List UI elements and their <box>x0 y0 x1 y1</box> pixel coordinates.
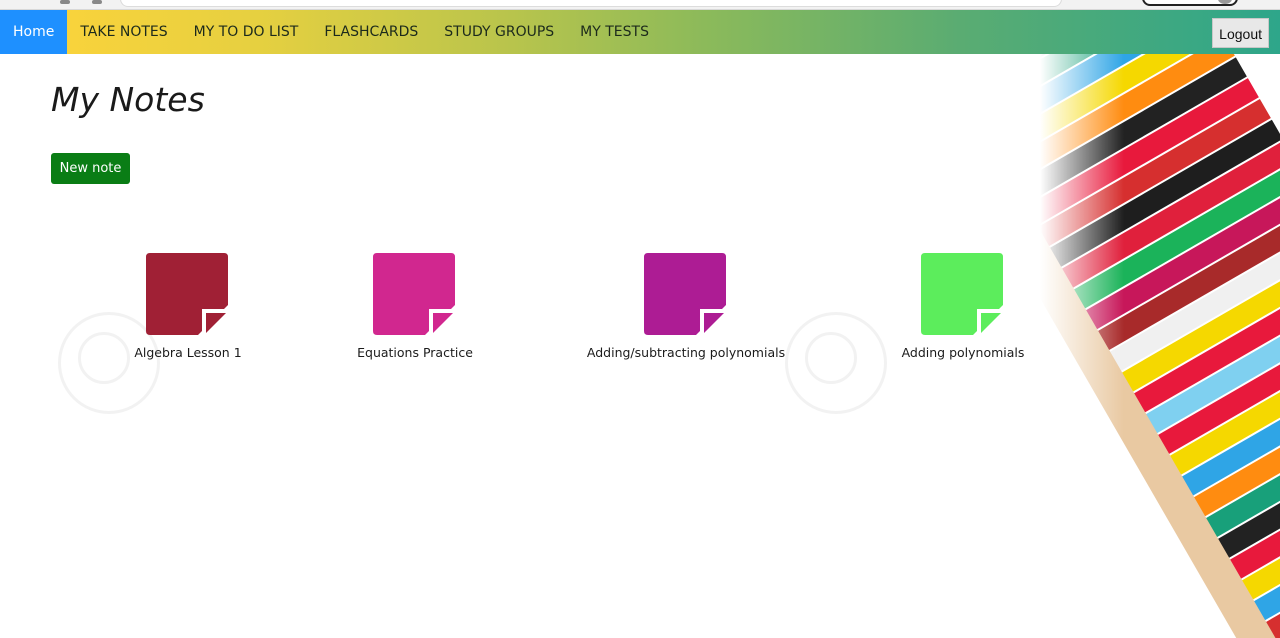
sticky-note-icon <box>146 253 228 335</box>
sticky-note-icon <box>644 253 726 335</box>
pencils-illustration <box>1040 54 1280 638</box>
nav-flashcards[interactable]: FLASHCARDS <box>324 24 418 40</box>
colored-pencils-image <box>1040 54 1280 638</box>
note-label: Adding/subtracting polynomials <box>586 345 786 360</box>
nav-my-tests[interactable]: MY TESTS <box>580 24 649 40</box>
note-item[interactable]: Adding/subtracting polynomials <box>576 253 796 360</box>
new-note-button[interactable]: New note <box>51 153 130 184</box>
note-label: Algebra Lesson 1 <box>134 345 242 360</box>
nav-home[interactable]: Home <box>0 10 68 54</box>
browser-chrome-strip <box>0 0 1280 10</box>
note-label: Equations Practice <box>357 345 473 360</box>
address-bar[interactable] <box>120 0 1062 7</box>
nav-take-notes[interactable]: TAKE NOTES <box>80 24 167 40</box>
note-item[interactable]: Algebra Lesson 1 <box>78 253 298 360</box>
browser-back-icon[interactable] <box>60 0 70 4</box>
nav-study-groups[interactable]: STUDY GROUPS <box>444 24 554 40</box>
browser-forward-icon[interactable] <box>92 0 102 4</box>
nav-my-to-do-list[interactable]: MY TO DO LIST <box>194 24 299 40</box>
top-nav: Home TAKE NOTES MY TO DO LIST FLASHCARDS… <box>0 10 1280 54</box>
sticky-note-icon <box>921 253 1003 335</box>
watermark-lens-icon <box>805 332 857 384</box>
page-title: My Notes <box>51 80 205 119</box>
note-item[interactable]: Equations Practice <box>305 253 525 360</box>
sticky-note-icon <box>373 253 455 335</box>
logout-button[interactable]: Logout <box>1212 18 1269 48</box>
